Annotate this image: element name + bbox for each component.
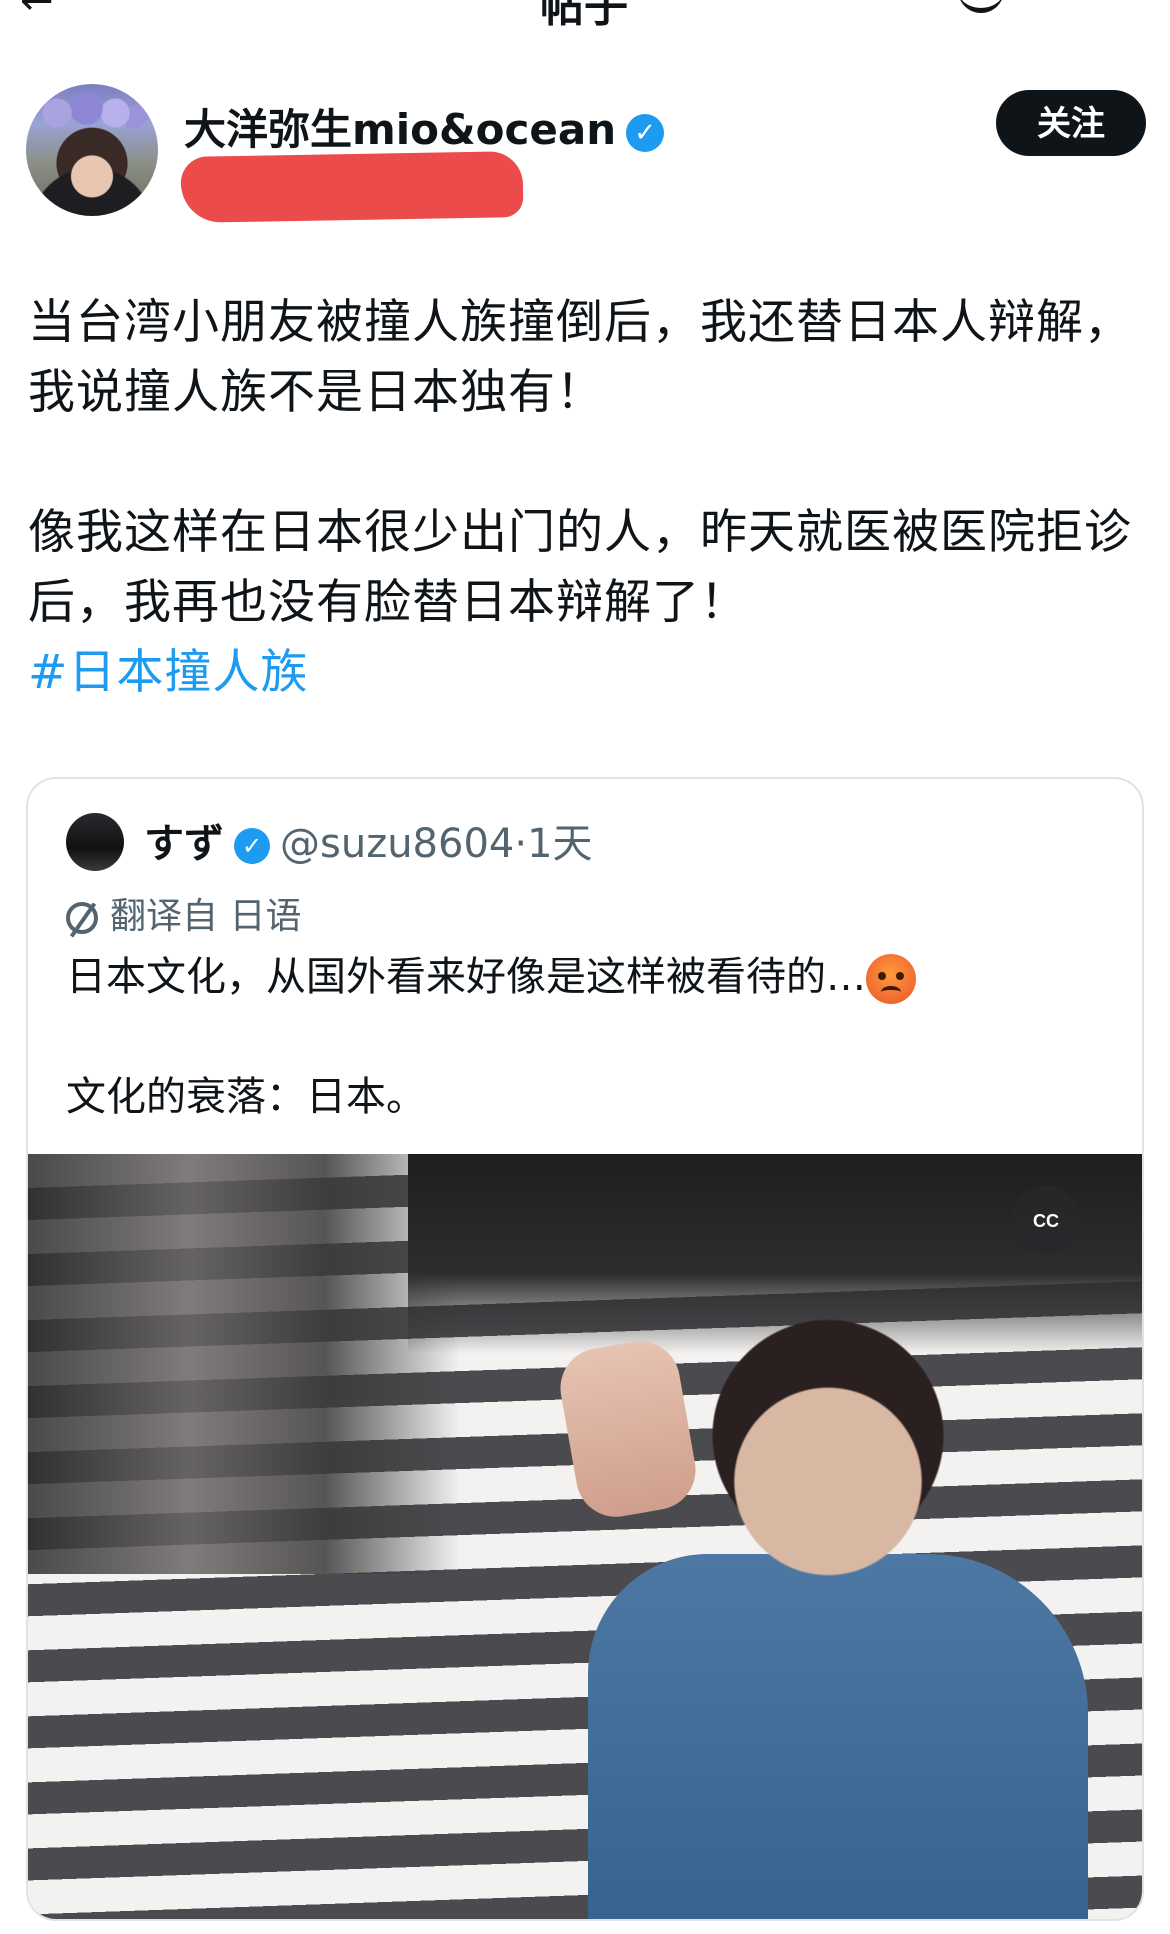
translation-notice[interactable]: 翻译自 日语 [66, 887, 301, 939]
captions-button[interactable]: CC [1012, 1186, 1080, 1254]
translate-icon [66, 902, 98, 934]
quote-header: すず ✓ @suzu8604·1天 [144, 811, 593, 869]
flower-crown-icon [34, 90, 150, 136]
page-title: 帖子 [540, 0, 628, 30]
follow-button[interactable]: 关注 [996, 90, 1146, 156]
top-bar: ← 帖子 [0, 0, 1170, 30]
post-paragraph-1: 当台湾小朋友被撞人族撞倒后，我还替日本人辩解，我说撞人族不是日本独有！ [28, 295, 1132, 420]
grok-icon[interactable] [958, 0, 1004, 13]
back-arrow-icon[interactable]: ← [20, 0, 54, 24]
post-text: 当台湾小朋友被撞人族撞倒后，我还替日本人辩解，我说撞人族不是日本独有！ 像我这样… [28, 288, 1138, 708]
angry-face-emoji-icon [866, 954, 916, 1004]
verified-badge-icon: ✓ [626, 113, 665, 152]
quote-avatar[interactable] [66, 813, 124, 871]
quote-line-1: 日本文化，从国外看来好像是这样被看待的… [66, 954, 866, 1000]
author-name-text: 大洋弥生mio&ocean [184, 105, 617, 154]
quote-line-2: 文化的衰落：日本。 [66, 1074, 426, 1120]
hashtag-link[interactable]: #日本撞人族 [28, 638, 1138, 708]
post-paragraph-2: 像我这样在日本很少出门的人，昨天就医被医院拒诊后，我再也没有脸替日本辩解了！ [28, 505, 1132, 630]
quote-line-1-wrap: 日本文化，从国外看来好像是这样被看待的… [66, 947, 1106, 1007]
quote-author-name[interactable]: すず [144, 821, 224, 867]
quote-handle: @suzu8604 [280, 821, 515, 867]
redacted-handle [180, 151, 524, 223]
video-frame-child-head [708, 1314, 948, 1584]
video-frame-peace-hand [554, 1334, 702, 1524]
quote-text: 日本文化，从国外看来好像是这样被看待的… 文化的衰落：日本。 [66, 947, 1106, 1127]
quoted-post[interactable]: すず ✓ @suzu8604·1天 翻译自 日语 日本文化，从国外看来好像是这样被看… [26, 777, 1144, 1921]
video-frame-child-body [588, 1554, 1088, 1919]
dot-separator: · [514, 821, 528, 867]
post-author-row: 大洋弥生mio&ocean ✓ 关注 [26, 84, 1146, 224]
quote-time: 1天 [527, 821, 593, 867]
translate-label: 翻译自 日语 [110, 896, 302, 937]
verified-badge-icon: ✓ [234, 828, 270, 864]
video-player[interactable]: CC [28, 1154, 1142, 1919]
author-display-name[interactable]: 大洋弥生mio&ocean ✓ [184, 96, 665, 157]
avatar[interactable] [26, 84, 158, 216]
